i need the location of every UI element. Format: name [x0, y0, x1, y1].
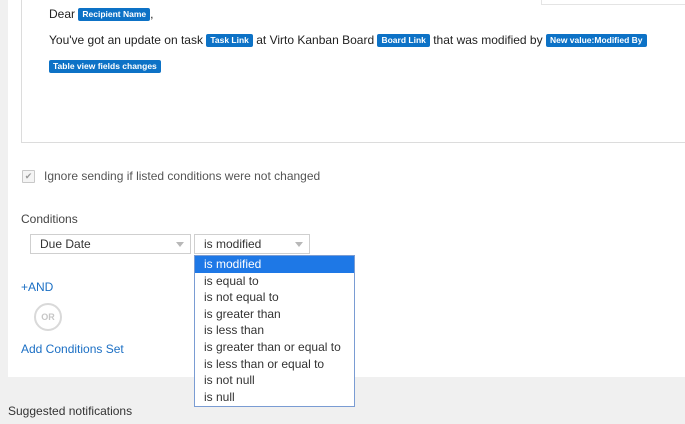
condition-field-value: Due Date — [40, 237, 91, 251]
add-and-condition-link[interactable]: +AND — [21, 280, 53, 294]
update-text-2: at Virto Kanban Board — [256, 33, 375, 47]
operator-dropdown-list[interactable]: is modified is equal to is not equal to … — [194, 255, 355, 407]
operator-option[interactable]: is null — [195, 389, 354, 406]
update-text-3: that was modified by — [433, 33, 543, 47]
operator-option[interactable]: is less than or equal to — [195, 356, 354, 373]
editor-line-table: Table view fields changes — [49, 59, 161, 73]
greeting-comma: , — [150, 7, 154, 21]
or-separator[interactable]: OR — [34, 303, 62, 331]
editor-line-update: You've got an update on task Task Link a… — [49, 33, 647, 47]
chevron-down-icon — [176, 242, 184, 247]
message-editor[interactable]: Dear Recipient Name, You've got an updat… — [21, 0, 685, 143]
operator-option[interactable]: is not equal to — [195, 289, 354, 306]
operator-option[interactable]: is greater than — [195, 306, 354, 323]
board-link-token[interactable]: Board Link — [377, 34, 430, 47]
operator-option[interactable]: is less than — [195, 322, 354, 339]
operator-option[interactable]: is greater than or equal to — [195, 339, 354, 356]
operator-option[interactable]: is modified — [195, 256, 354, 273]
ignore-checkbox[interactable]: ✔ — [22, 169, 35, 183]
check-icon: ✔ — [24, 170, 33, 181]
add-conditions-set-link[interactable]: Add Conditions Set — [21, 342, 124, 356]
operator-option[interactable]: is not null — [195, 372, 354, 389]
table-view-changes-token[interactable]: Table view fields changes — [49, 60, 161, 73]
chevron-down-icon — [295, 242, 303, 247]
editor-line-greeting: Dear Recipient Name, — [49, 7, 153, 21]
or-label: OR — [41, 312, 55, 322]
ignore-checkbox-label: Ignore sending if listed conditions were… — [44, 169, 321, 183]
suggested-notifications-title: Suggested notifications — [8, 404, 133, 418]
conditions-title: Conditions — [21, 212, 78, 226]
modified-by-token[interactable]: New value:Modified By — [545, 34, 647, 47]
condition-operator-value: is modified — [204, 237, 262, 251]
greeting-text: Dear — [49, 7, 76, 21]
update-text-1: You've got an update on task — [49, 33, 203, 47]
recipient-name-token[interactable]: Recipient Name — [78, 8, 151, 21]
operator-option[interactable]: is equal to — [195, 273, 354, 290]
task-link-token[interactable]: Task Link — [206, 34, 253, 47]
editor-toolbar-edge — [541, 0, 685, 5]
condition-field-select[interactable]: Due Date — [30, 234, 191, 254]
ignore-unchanged-option[interactable]: ✔ Ignore sending if listed conditions we… — [22, 169, 320, 183]
condition-operator-select[interactable]: is modified — [194, 234, 310, 254]
